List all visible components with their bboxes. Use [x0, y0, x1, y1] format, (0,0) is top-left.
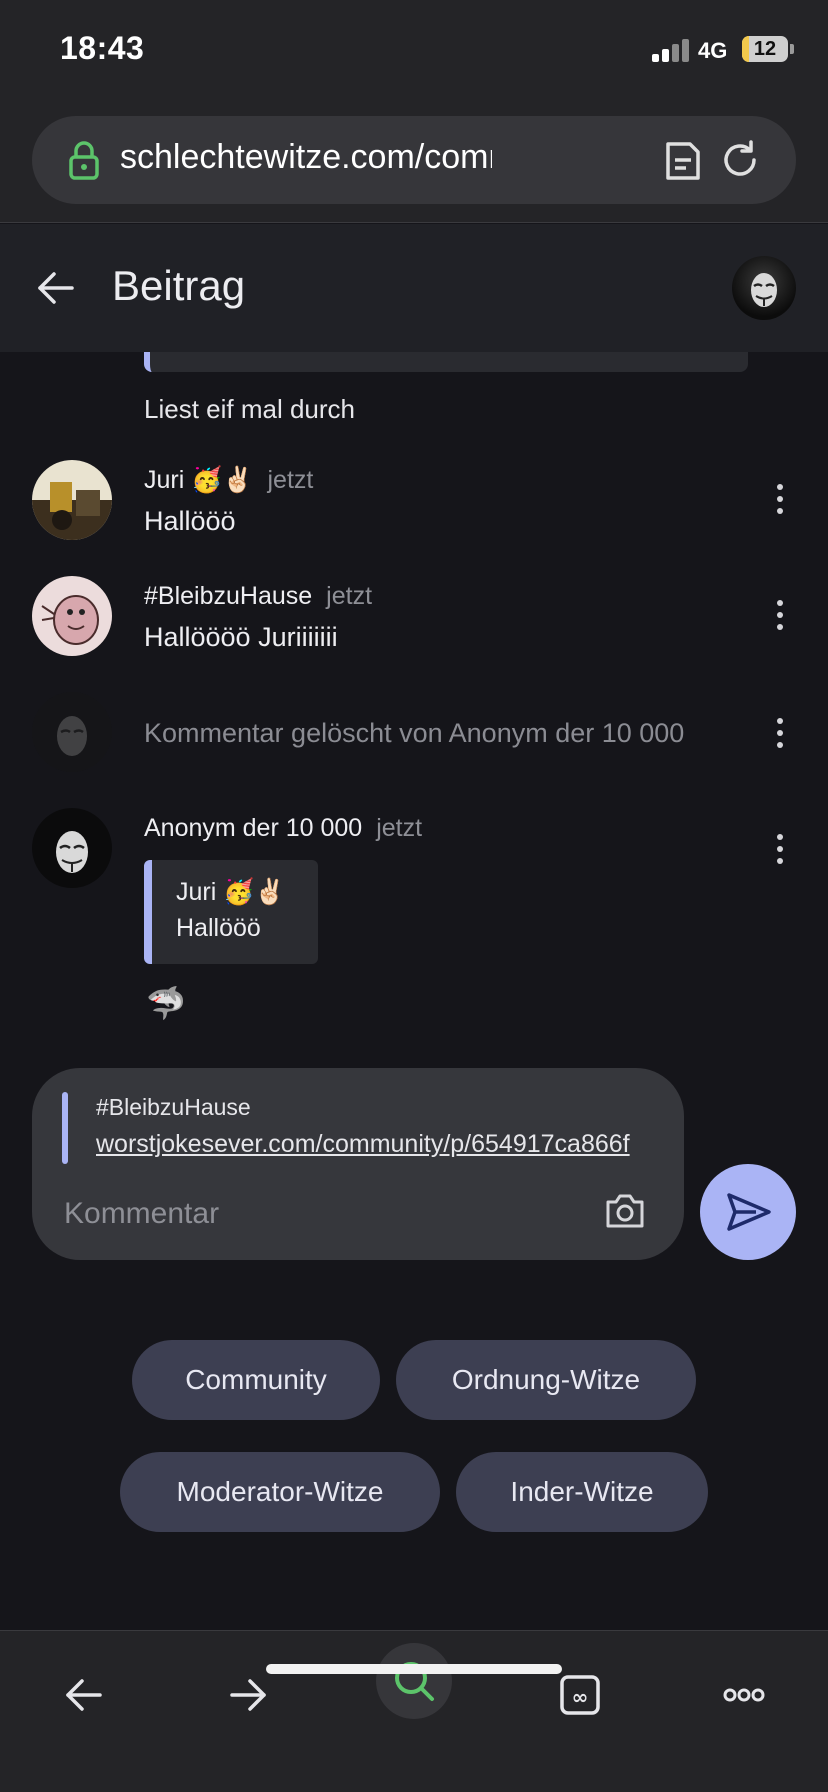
- avatar[interactable]: [32, 808, 112, 888]
- comment-time: jetzt: [376, 814, 423, 842]
- avatar[interactable]: [32, 576, 112, 656]
- mask-face-icon: [32, 808, 112, 888]
- more-options-icon[interactable]: [774, 834, 786, 864]
- reply-to-author: #BleibzuHause: [96, 1094, 251, 1120]
- more-options-icon[interactable]: [774, 484, 786, 514]
- chip-inder-witze[interactable]: Inder-Witze: [456, 1452, 708, 1532]
- status-time: 18:43: [60, 30, 145, 66]
- quote-body: Hallööö: [176, 914, 261, 942]
- quote-author: Juri 🥳✌🏻: [176, 878, 286, 906]
- comment-body: 🦈: [146, 985, 186, 1021]
- comment-author[interactable]: Juri 🥳✌🏻 jetzt: [144, 466, 313, 495]
- mask-face-icon: [32, 692, 112, 772]
- send-button[interactable]: [700, 1164, 796, 1260]
- send-icon: [727, 1193, 771, 1231]
- svg-text:∞: ∞: [572, 1685, 589, 1709]
- comment-time: jetzt: [267, 466, 314, 494]
- chip-ordnung-witze[interactable]: Ordnung-Witze: [396, 1340, 696, 1420]
- reload-icon[interactable]: [718, 138, 762, 182]
- home-indicator: [266, 1664, 562, 1674]
- lock-icon: [69, 141, 99, 180]
- back-icon[interactable]: [62, 1673, 106, 1717]
- user-avatar[interactable]: [732, 256, 796, 320]
- page-title: Beitrag: [112, 262, 246, 309]
- reply-quote-bar: [62, 1092, 68, 1164]
- avatar[interactable]: [32, 460, 112, 540]
- comment-author[interactable]: #BleibzuHause jetzt: [144, 582, 372, 611]
- url-text[interactable]: schlechtewitze.com/community/...: [120, 138, 492, 177]
- battery-icon: 12: [742, 36, 788, 62]
- browser-bottom-bar: ∞: [0, 1630, 828, 1792]
- menu-icon[interactable]: [722, 1673, 766, 1717]
- more-options-icon[interactable]: [774, 600, 786, 630]
- author-name: Juri 🥳✌🏻: [144, 466, 254, 494]
- status-bar: 18:43 4G 12: [0, 0, 828, 100]
- deleted-comment-text: Kommentar gelöscht von Anonym der 10 000: [144, 718, 685, 748]
- previous-comment-text: Liest eif mal durch: [144, 394, 355, 424]
- avatar[interactable]: [32, 692, 112, 772]
- author-name: Anonym der 10 000: [144, 814, 363, 842]
- quoted-comment[interactable]: Juri 🥳✌🏻 Hallööö: [144, 860, 318, 964]
- avatar-cartoon-icon: [32, 576, 112, 656]
- author-name: #BleibzuHause: [144, 582, 313, 610]
- comment-input[interactable]: [64, 1186, 604, 1242]
- chip-moderator-witze[interactable]: Moderator-Witze: [120, 1452, 440, 1532]
- camera-icon[interactable]: [604, 1192, 646, 1230]
- reader-mode-icon[interactable]: [664, 140, 702, 182]
- network-type: 4G: [698, 38, 728, 63]
- tabs-icon[interactable]: ∞: [558, 1673, 602, 1717]
- back-arrow-icon[interactable]: [36, 268, 76, 308]
- forward-icon[interactable]: [226, 1673, 270, 1717]
- comment-time: jetzt: [326, 582, 373, 610]
- comment-body: Hallöööö Juriiiiiii: [144, 622, 338, 652]
- comment-body: Hallööö: [144, 506, 236, 536]
- battery-level: 12: [753, 38, 777, 60]
- search-button[interactable]: [376, 1643, 452, 1719]
- app-header: Beitrag: [0, 224, 828, 352]
- avatar-photo-icon: [32, 460, 112, 540]
- comment-author[interactable]: Anonym der 10 000 jetzt: [144, 814, 422, 843]
- more-options-icon[interactable]: [774, 718, 786, 748]
- reply-link[interactable]: worstjokesever.com/community/p/654917ca8…: [96, 1130, 630, 1159]
- comment-composer: #BleibzuHause worstjokesever.com/communi…: [32, 1068, 684, 1260]
- mask-face-icon: [751, 273, 777, 307]
- address-bar[interactable]: schlechtewitze.com/community/...: [32, 116, 796, 204]
- browser-toolbar: schlechtewitze.com/community/...: [0, 100, 828, 223]
- battery-nub: [790, 44, 794, 54]
- chip-community[interactable]: Community: [132, 1340, 380, 1420]
- previous-quote-block: [144, 352, 748, 372]
- signal-icon: [652, 38, 690, 62]
